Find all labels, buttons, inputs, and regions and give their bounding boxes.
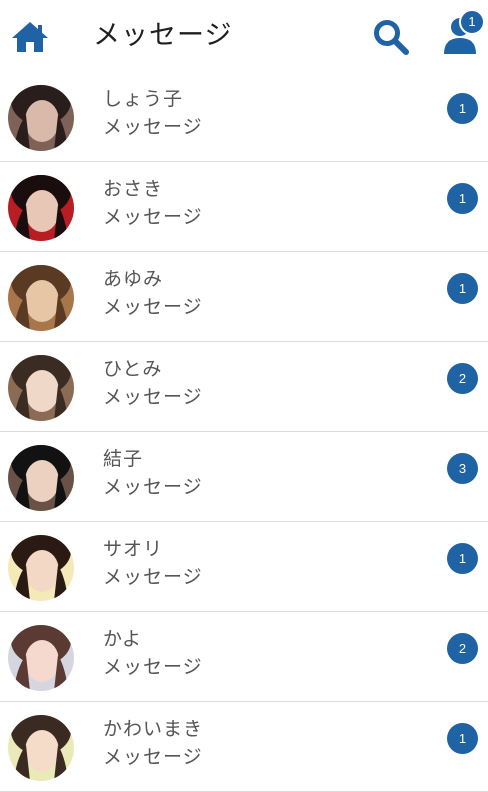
unread-count-badge: 1 bbox=[447, 723, 478, 754]
unread-count-badge: 1 bbox=[447, 543, 478, 574]
user-notification-badge: 1 bbox=[459, 9, 485, 35]
message-preview: メッセージ bbox=[103, 386, 203, 408]
contact-name: おさき bbox=[103, 178, 164, 200]
unread-count-badge: 3 bbox=[447, 453, 478, 484]
message-row[interactable]: かよメッセージ 2 bbox=[0, 612, 488, 702]
message-preview: メッセージ bbox=[103, 566, 203, 588]
app-header: メッセージ 1 bbox=[0, 0, 488, 72]
message-row[interactable]: サオリメッセージ 1 bbox=[0, 522, 488, 612]
message-row[interactable]: あゆみメッセージ 1 bbox=[0, 252, 488, 342]
message-list: しょう子 メッセージ 1 おさき メッセージ 1 あゆみ メッセージ 1 ひとみ メッセージ 2 結子メ… bbox=[0, 72, 488, 792]
message-preview: メッセージ bbox=[103, 656, 203, 678]
message-preview: メッセージ bbox=[103, 296, 203, 318]
search-icon[interactable] bbox=[372, 19, 410, 55]
page-title: メッセージ bbox=[93, 20, 233, 51]
contact-name: サオリ bbox=[103, 538, 164, 560]
message-preview: メッセージ bbox=[103, 206, 203, 228]
unread-count-badge: 2 bbox=[447, 633, 478, 664]
home-icon[interactable] bbox=[10, 20, 50, 54]
contact-name: かわいまき bbox=[103, 718, 204, 740]
message-row[interactable]: 結子メッセージ 3 bbox=[0, 432, 488, 522]
message-row[interactable]: しょう子メッセージ 1 bbox=[0, 72, 488, 162]
contact-name: かよ bbox=[103, 628, 143, 650]
avatar[interactable] bbox=[8, 85, 74, 151]
unread-count-badge: 1 bbox=[447, 183, 478, 214]
avatar[interactable] bbox=[8, 625, 74, 691]
contact-name: しょう子 bbox=[103, 88, 184, 110]
message-preview: メッセージ bbox=[103, 476, 203, 498]
avatar[interactable] bbox=[8, 265, 74, 331]
contact-name: あゆみ bbox=[103, 268, 164, 290]
message-preview: メッセージ bbox=[103, 116, 203, 138]
unread-count-badge: 2 bbox=[447, 363, 478, 394]
message-preview: メッセージ bbox=[103, 746, 203, 768]
avatar[interactable] bbox=[8, 445, 74, 511]
avatar[interactable] bbox=[8, 535, 74, 601]
avatar[interactable] bbox=[8, 175, 74, 241]
message-row[interactable]: ひとみメッセージ 2 bbox=[0, 342, 488, 432]
message-row[interactable]: おさきメッセージ 1 bbox=[0, 162, 488, 252]
contact-name: 結子 bbox=[103, 448, 144, 470]
avatar[interactable] bbox=[8, 355, 74, 421]
avatar[interactable] bbox=[8, 715, 74, 781]
unread-count-badge: 1 bbox=[447, 273, 478, 304]
contact-name: ひとみ bbox=[103, 358, 163, 380]
message-row[interactable]: かわいまきメッセージ 1 bbox=[0, 702, 488, 792]
unread-count-badge: 1 bbox=[447, 93, 478, 124]
